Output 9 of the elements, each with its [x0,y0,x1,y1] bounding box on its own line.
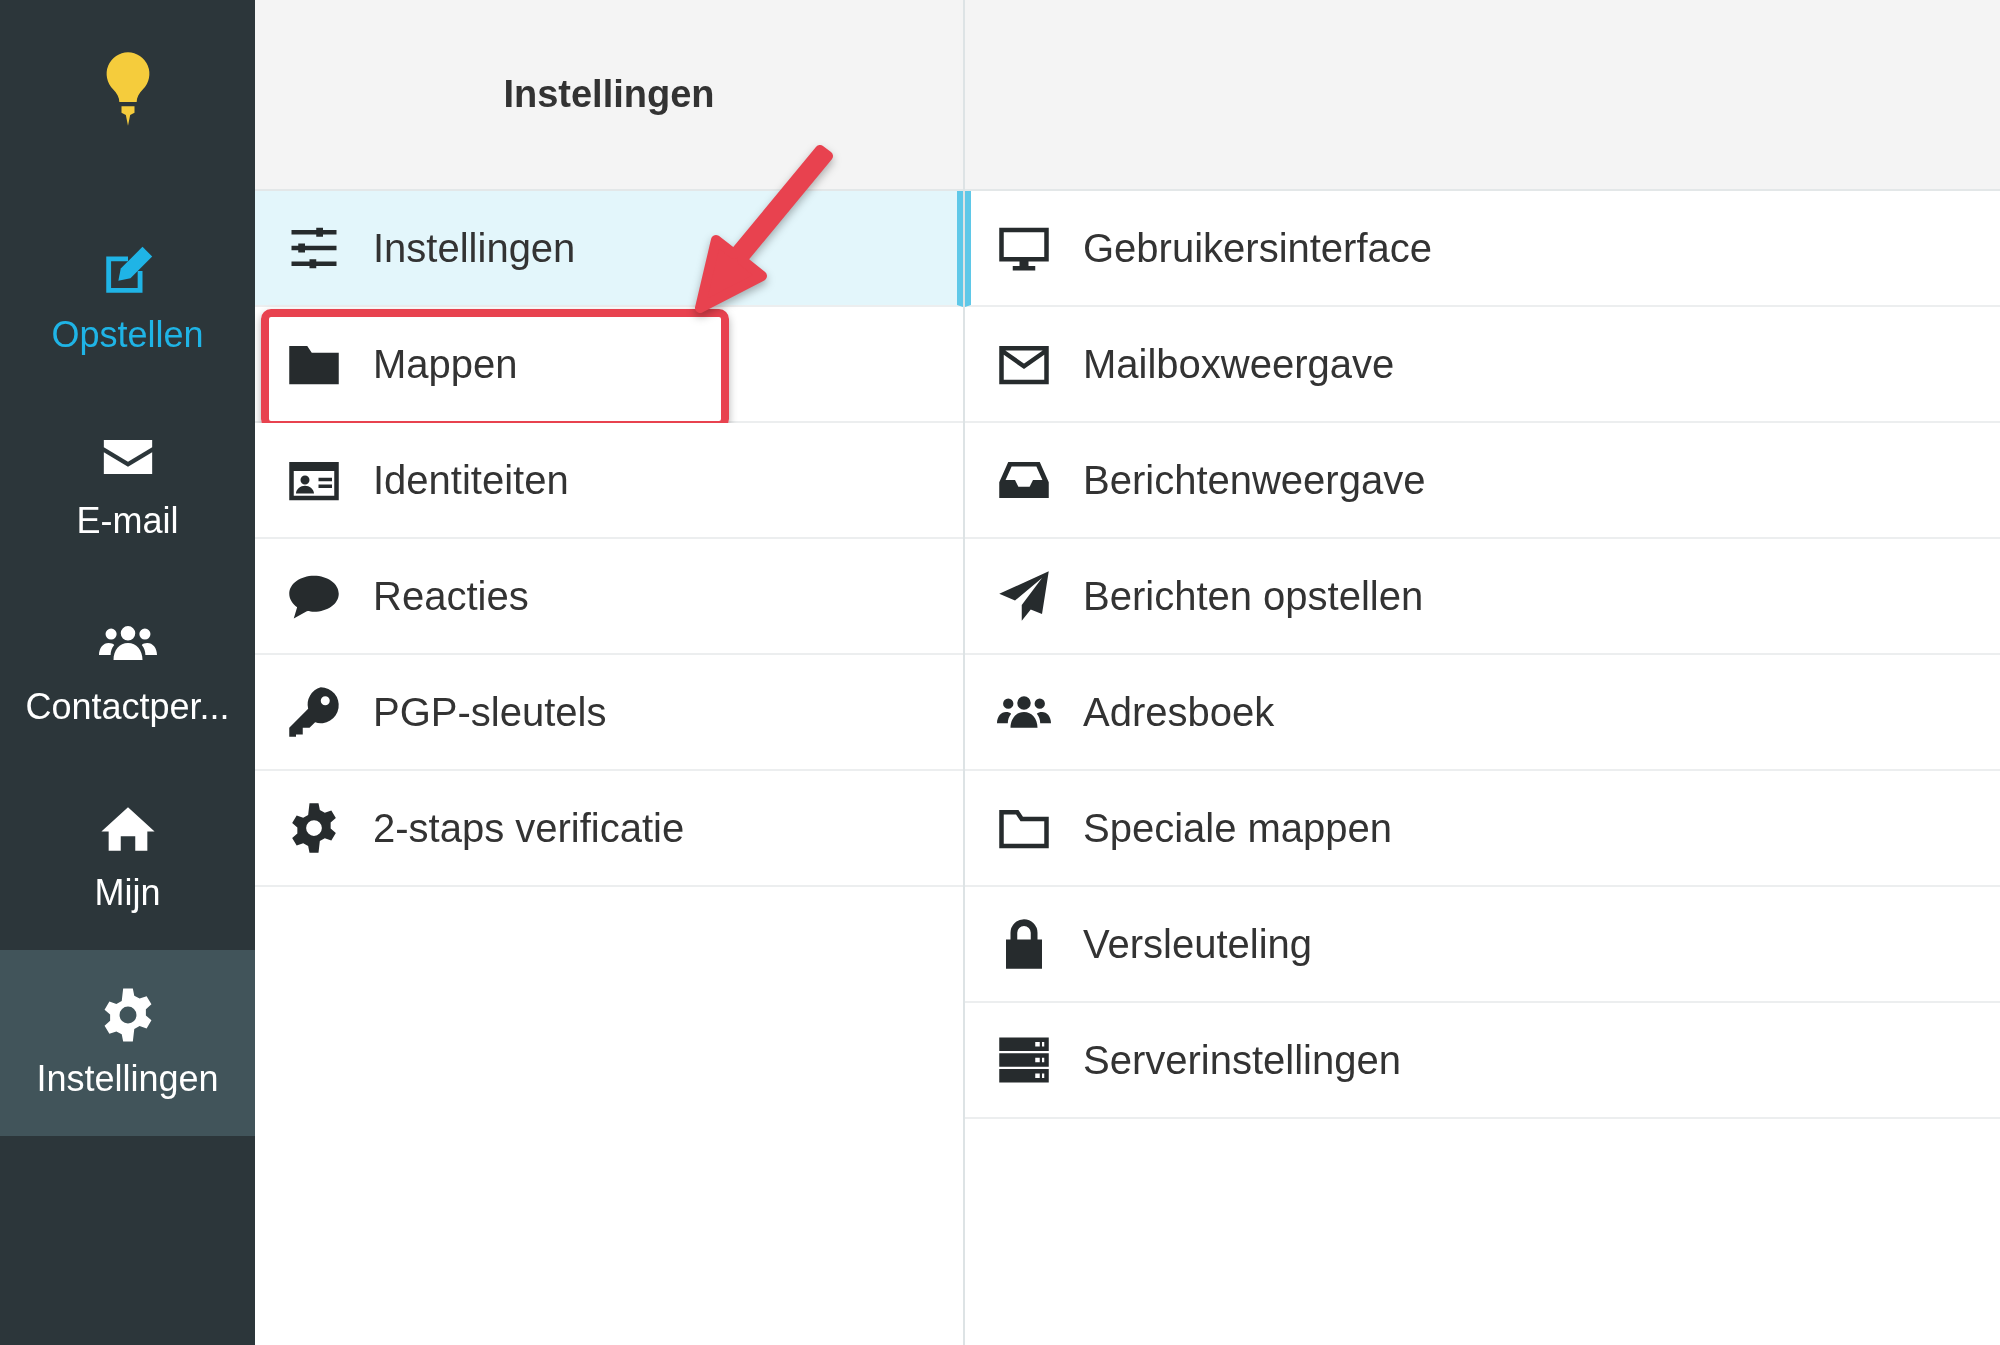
nav-item[interactable]: Contactper... [0,578,255,764]
panel-title: Instellingen [503,73,715,116]
settings-section-item[interactable]: Instellingen [255,191,963,307]
nav-item[interactable]: Instellingen [0,950,255,1136]
nav-item[interactable]: E-mail [0,392,255,578]
settings-section-item[interactable]: Identiteiten [255,423,963,539]
preference-item[interactable]: Gebruikersinterface [965,191,2000,307]
nav-item[interactable]: Opstellen [0,206,255,392]
nav-item[interactable]: Mijn [0,764,255,950]
